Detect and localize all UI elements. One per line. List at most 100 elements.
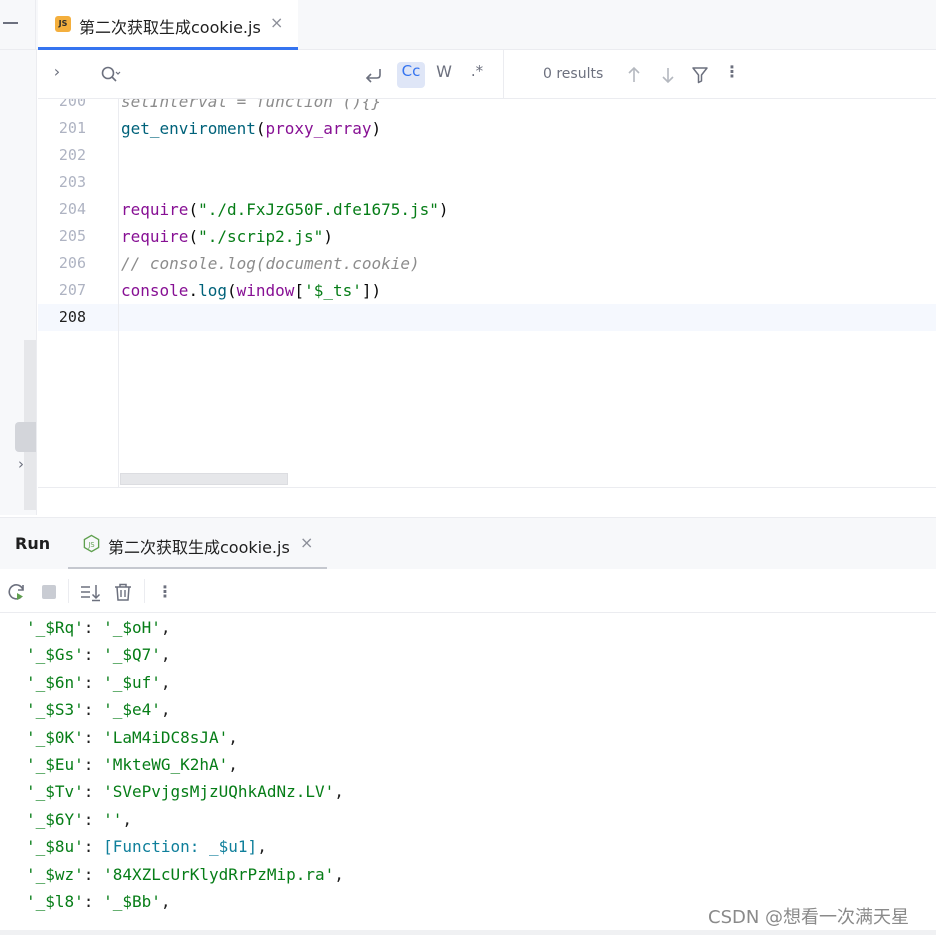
console-value: '84XZLcUrKlydRrPzMip.ra' [103,864,335,884]
console-colon: : [83,782,104,802]
tool-strip-top [0,0,36,50]
console-line: '_$Tv': 'SVePvjgsMjzUQhkAdNz.LV', [26,778,344,805]
run-title: Run [15,534,51,553]
expand-chevron-icon[interactable]: › [18,455,24,473]
console-line: '_$6n': '_$uf', [26,669,171,696]
code-token: "./d.FxJzG50F.dfe1675.js" [198,200,439,219]
console-value: 'MkteWG_K2hA' [103,755,229,774]
code-token: ( [188,200,199,219]
code-editor[interactable]: 208 207 console.log(window['$_ts']) 206// c… [38,99,936,487]
code-line[interactable]: 207 console.log(window['$_ts']) [38,277,936,304]
toolbar-separator [68,579,69,603]
console-comma: , [228,755,238,774]
stop-icon[interactable] [38,581,60,603]
code-line[interactable]: 205 require("./scrip2.js") [38,223,936,250]
scrollbar-thumb[interactable] [15,422,36,452]
code-line[interactable]: 201 get_enviroment(proxy_array) [38,115,936,142]
trash-icon[interactable] [112,581,134,603]
console-key: '_$0K' [26,727,84,747]
line-number: 204 [58,200,86,218]
bottom-edge [0,930,936,935]
previous-occurrence-icon[interactable] [624,62,644,88]
console-line: '_$Eu': 'MkteWG_K2hA', [26,751,238,778]
find-bar-separator [503,50,504,99]
console-key: '_$l8' [26,892,84,911]
editor-bottom-area [38,487,936,517]
console-line: '_$l8': '_$Bb', [26,888,171,915]
console-colon: : [83,672,104,692]
line-number: 208 [58,308,86,326]
code-line[interactable]: 202 [38,142,936,169]
more-options-icon[interactable]: ⋮ [722,62,742,88]
code-token: ( [188,227,199,246]
code-token: proxy_array [265,119,372,138]
code-line[interactable]: 200 setInterval = function (){} [38,99,936,115]
console-value: 'SVePvjgsMjzUQhkAdNz.LV' [103,782,335,802]
minimize-icon[interactable] [3,22,18,24]
console-line: '_$wz': '84XZLcUrKlydRrPzMip.ra', [26,861,344,888]
console-key: '_$6n' [26,672,84,692]
run-tab-active[interactable]: JS 第二次获取生成cookie.js × [68,518,327,570]
console-value: '' [103,809,123,829]
console-comma: , [160,645,171,665]
console-value: '_$oH' [103,618,161,637]
console-line: '_$Rq': '_$oH', [26,614,171,641]
code-line[interactable]: 208 [38,304,936,331]
run-toolbar: ⋮ [0,569,936,613]
rerun-icon[interactable] [6,581,28,603]
nodejs-icon: JS [83,534,100,553]
code-token: require [121,200,189,219]
code-token: . [188,281,199,300]
newline-icon[interactable] [361,62,387,88]
console-line: '_$6Y': '', [26,806,132,833]
code-token: setInterval = function (){} [121,99,382,111]
console-line: '_$0K': 'LaM4iDC8sJA', [26,724,238,751]
console-comma: , [160,700,171,720]
more-options-icon[interactable]: ⋮ [154,581,176,603]
whole-words-button[interactable]: W [432,62,456,88]
code-token: ( [226,281,237,300]
match-case-button[interactable]: Cc [397,62,425,88]
console-key: '_$Tv' [26,782,84,802]
next-occurrence-icon[interactable] [658,62,678,88]
console-value: 'LaM4iDC8sJA' [103,727,229,747]
code-text: require("./scrip2.js") [121,223,333,250]
line-number: 201 [58,119,86,137]
expand-replace-chevron-icon[interactable]: › [50,62,64,88]
close-icon[interactable]: × [300,533,313,552]
console-comma: , [160,892,171,911]
editor-tab-title: 第二次获取生成cookie.js [79,18,261,37]
line-number: 207 [58,281,86,299]
line-number: 206 [58,254,86,272]
console-line: '_$8u': [Function: _$u1], [26,833,267,860]
editor-tab-active[interactable]: JS 第二次获取生成cookie.js × [38,0,298,50]
filter-icon[interactable] [690,62,710,88]
console-output[interactable]: '_$Rq': '_$oH', '_$Gs': '_$Q7', '_$6n': '_… [0,613,936,930]
close-icon[interactable]: × [270,13,283,32]
console-colon: : [83,864,104,884]
console-value: '_$e4' [103,700,161,720]
code-token: get_enviroment [121,119,256,138]
code-token: ]) [361,281,382,300]
code-line[interactable]: 204 require("./d.FxJzG50F.dfe1675.js") [38,196,936,223]
line-number: 202 [58,146,86,164]
console-colon: : [83,755,104,774]
console-line: '_$S3': '_$e4', [26,696,171,723]
scroll-to-end-icon[interactable] [79,581,101,603]
regex-button[interactable]: .* [464,62,490,88]
search-results-count: 0 results [543,66,604,82]
console-colon: : [83,892,104,911]
code-line[interactable]: 206 // console.log(document.cookie) [38,250,936,277]
code-text: get_enviroment(proxy_array) [121,115,381,142]
gutter-divider [118,99,119,487]
console-value: '_$Q7' [103,645,161,665]
line-number: 200 [58,99,86,110]
code-line[interactable]: 203 [38,169,936,196]
horizontal-scrollbar[interactable] [120,473,288,485]
search-history-icon[interactable] [98,62,122,88]
console-colon: : [83,645,104,665]
code-text: setInterval = function (){} [121,99,381,115]
line-number: 203 [58,173,86,191]
console-key: '_$Eu' [26,755,84,774]
code-token: ) [371,119,382,138]
